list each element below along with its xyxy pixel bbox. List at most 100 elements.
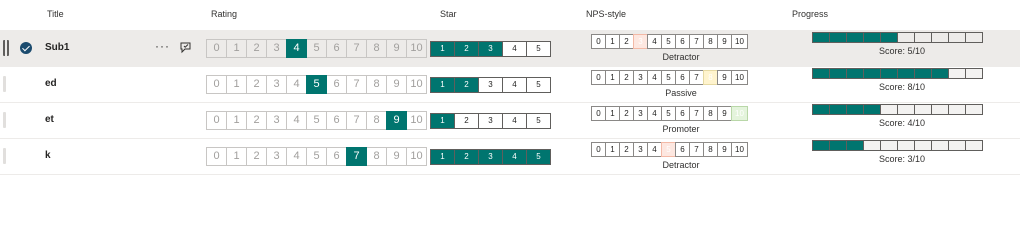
nps-option[interactable]: 7 (689, 106, 704, 121)
star-option[interactable]: 1 (430, 149, 455, 165)
nps-option[interactable]: 6 (675, 106, 690, 121)
star-option[interactable]: 4 (502, 41, 527, 57)
nps-option[interactable]: 9 (717, 142, 732, 157)
rating-option[interactable]: 8 (366, 147, 387, 166)
nps-option[interactable]: 8 (703, 34, 718, 49)
row-title[interactable]: Sub1 (45, 42, 69, 53)
rating-option[interactable]: 9 (386, 75, 407, 94)
nps-option[interactable]: 7 (689, 34, 704, 49)
rating-option[interactable]: 0 (206, 111, 227, 130)
star-option[interactable]: 3 (478, 113, 503, 129)
column-header-progress[interactable]: Progress (792, 9, 828, 19)
nps-option[interactable]: 5 (661, 142, 676, 157)
rating-option[interactable]: 5 (306, 39, 327, 58)
rating-option[interactable]: 4 (286, 111, 307, 130)
nps-option[interactable]: 9 (717, 70, 732, 85)
rating-option[interactable]: 8 (366, 75, 387, 94)
star-option[interactable]: 1 (430, 41, 455, 57)
column-header-star[interactable]: Star (440, 9, 457, 19)
nps-option[interactable]: 1 (605, 70, 620, 85)
nps-option[interactable]: 3 (633, 142, 648, 157)
rating-option[interactable]: 7 (346, 111, 367, 130)
nps-option[interactable]: 10 (731, 34, 748, 49)
column-header-rating[interactable]: Rating (211, 9, 237, 19)
row-title[interactable]: et (45, 114, 54, 125)
rating-option[interactable]: 9 (386, 147, 407, 166)
column-header-nps[interactable]: NPS-style (586, 9, 626, 19)
star-option[interactable]: 3 (478, 41, 503, 57)
nps-option[interactable]: 8 (703, 70, 718, 85)
nps-option[interactable]: 2 (619, 142, 634, 157)
rating-option[interactable]: 4 (286, 39, 307, 58)
nps-option[interactable]: 6 (675, 142, 690, 157)
rating-option[interactable]: 10 (406, 75, 427, 94)
nps-option[interactable]: 5 (661, 34, 676, 49)
nps-option[interactable]: 2 (619, 70, 634, 85)
star-option[interactable]: 4 (502, 149, 527, 165)
nps-option[interactable]: 0 (591, 70, 606, 85)
nps-option[interactable]: 1 (605, 34, 620, 49)
row-drag-handle[interactable] (3, 148, 6, 164)
row-drag-handle[interactable] (3, 76, 6, 92)
star-option[interactable]: 5 (526, 113, 551, 129)
rating-option[interactable]: 7 (346, 75, 367, 94)
row-drag-handle[interactable] (3, 112, 6, 128)
rating-option[interactable]: 6 (326, 147, 347, 166)
nps-option[interactable]: 4 (647, 142, 662, 157)
rating-option[interactable]: 1 (226, 39, 247, 58)
rating-option[interactable]: 3 (266, 39, 287, 58)
nps-option[interactable]: 1 (605, 142, 620, 157)
nps-option[interactable]: 1 (605, 106, 620, 121)
rating-option[interactable]: 6 (326, 39, 347, 58)
star-option[interactable]: 1 (430, 113, 455, 129)
rating-option[interactable]: 2 (246, 147, 267, 166)
star-option[interactable]: 5 (526, 41, 551, 57)
nps-option[interactable]: 3 (633, 34, 648, 49)
star-option[interactable]: 2 (454, 113, 479, 129)
rating-option[interactable]: 0 (206, 75, 227, 94)
nps-option[interactable]: 6 (675, 70, 690, 85)
nps-option[interactable]: 5 (661, 106, 676, 121)
rating-option[interactable]: 6 (326, 75, 347, 94)
nps-option[interactable]: 6 (675, 34, 690, 49)
rating-option[interactable]: 3 (266, 75, 287, 94)
nps-option[interactable]: 8 (703, 142, 718, 157)
list-row[interactable]: Sub1 ··· 0 1 2 3 4 5 6 7 8 9 10 1 2 3 4 5 0 1 2 3 4 5 6 7 8 9 10 Detr… (0, 31, 1020, 67)
list-row[interactable]: et 0 1 2 3 4 5 6 7 8 9 10 1 2 3 4 5 0 1 2 3 4 5 6 7 8 9 10 Promoter S… (0, 103, 1020, 139)
star-option[interactable]: 5 (526, 149, 551, 165)
star-option[interactable]: 2 (454, 77, 479, 93)
star-option[interactable]: 2 (454, 41, 479, 57)
rating-option[interactable]: 1 (226, 75, 247, 94)
nps-option[interactable]: 0 (591, 34, 606, 49)
nps-option[interactable]: 10 (731, 106, 748, 121)
nps-option[interactable]: 9 (717, 34, 732, 49)
nps-option[interactable]: 3 (633, 106, 648, 121)
rating-option[interactable]: 1 (226, 111, 247, 130)
row-selected-check-icon[interactable] (20, 42, 32, 54)
more-options-icon[interactable]: ··· (155, 39, 170, 53)
nps-option[interactable]: 5 (661, 70, 676, 85)
star-option[interactable]: 1 (430, 77, 455, 93)
nps-option[interactable]: 4 (647, 70, 662, 85)
column-header-title[interactable]: Title (47, 9, 64, 19)
rating-option[interactable]: 7 (346, 147, 367, 166)
nps-option[interactable]: 4 (647, 34, 662, 49)
rating-option[interactable]: 6 (326, 111, 347, 130)
list-row[interactable]: k 0 1 2 3 4 5 6 7 8 9 10 1 2 3 4 5 0 1 2 3 4 5 6 7 8 9 10 Detractor S… (0, 139, 1020, 175)
rating-option[interactable]: 3 (266, 111, 287, 130)
star-option[interactable]: 4 (502, 77, 527, 93)
rating-option[interactable]: 10 (406, 111, 427, 130)
row-title[interactable]: k (45, 150, 51, 161)
rating-option[interactable]: 0 (206, 39, 227, 58)
rating-option[interactable]: 5 (306, 147, 327, 166)
nps-option[interactable]: 0 (591, 142, 606, 157)
rating-option[interactable]: 9 (386, 111, 407, 130)
rating-option[interactable]: 5 (306, 75, 327, 94)
rating-option[interactable]: 5 (306, 111, 327, 130)
star-option[interactable]: 4 (502, 113, 527, 129)
star-option[interactable]: 2 (454, 149, 479, 165)
star-option[interactable]: 3 (478, 149, 503, 165)
star-option[interactable]: 3 (478, 77, 503, 93)
rating-option[interactable]: 2 (246, 39, 267, 58)
rating-option[interactable]: 3 (266, 147, 287, 166)
